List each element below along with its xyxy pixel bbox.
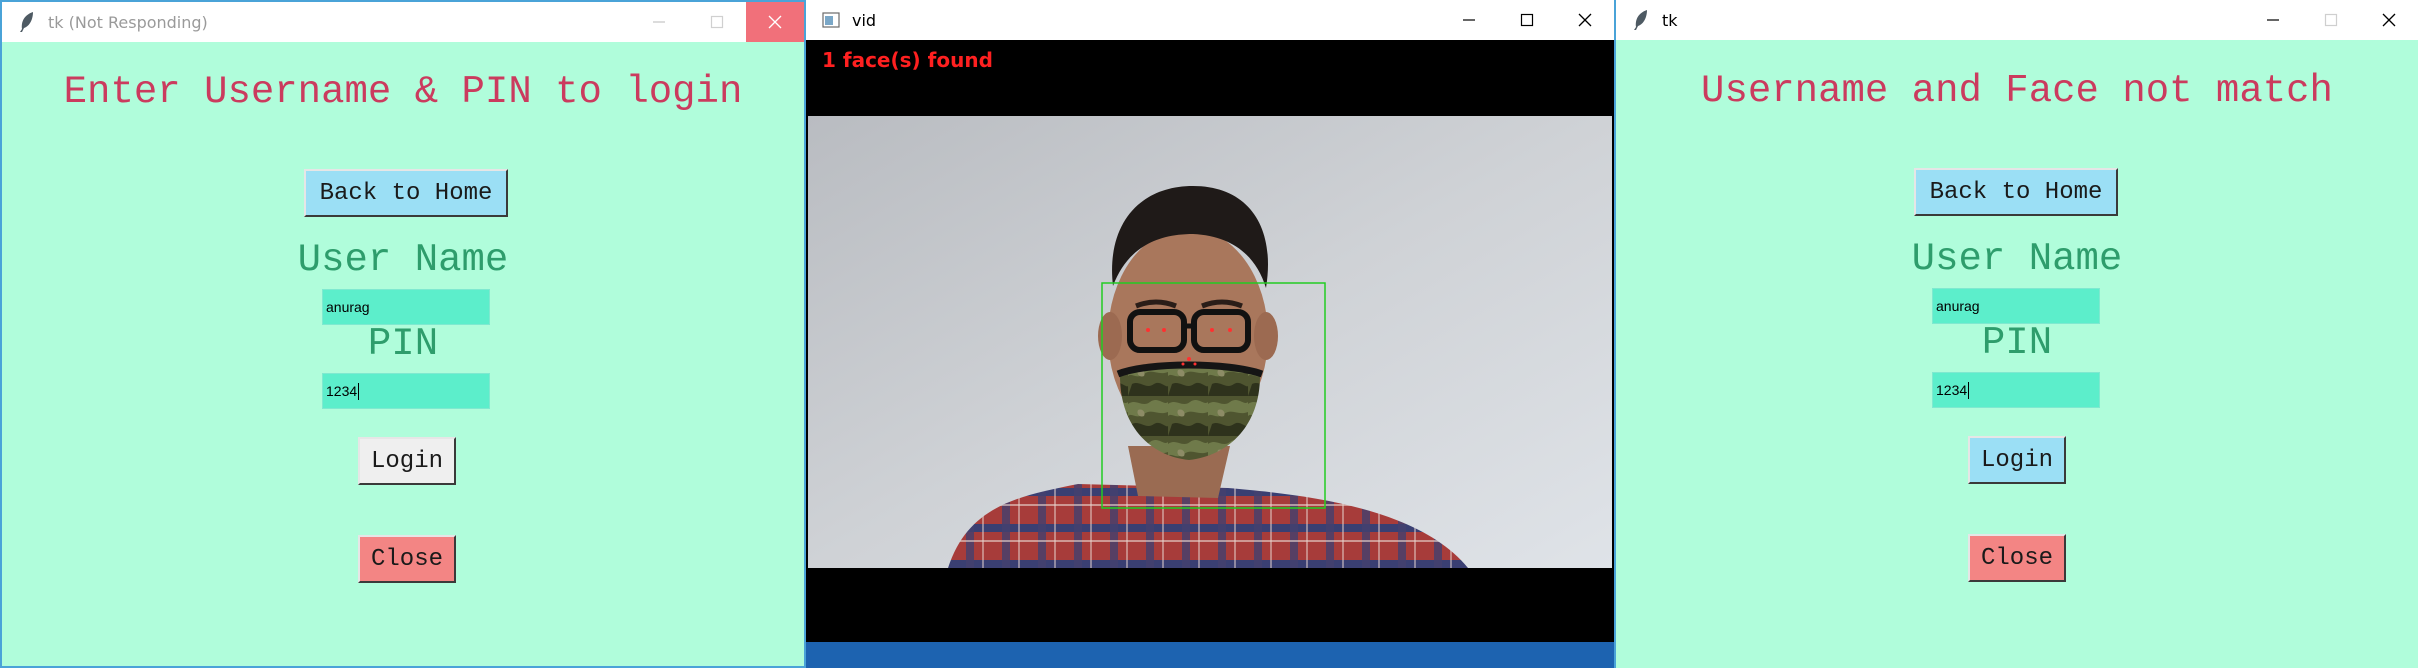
close-window-button[interactable] (2360, 0, 2418, 40)
feather-icon (1628, 7, 1654, 33)
minimize-button[interactable] (630, 2, 688, 42)
close-window-button[interactable] (1556, 0, 1614, 40)
close-icon (768, 15, 782, 29)
close-icon (2382, 13, 2396, 27)
login-window: tk (Not Responding) Enter Username & PIN… (0, 0, 806, 668)
maximize-button[interactable] (1498, 0, 1556, 40)
pin-input[interactable]: 1234 (1932, 372, 2100, 408)
window-icon (818, 7, 844, 33)
pin-value: 1234 (1936, 382, 1968, 398)
pin-input[interactable]: 1234 (322, 373, 490, 409)
pin-value: 1234 (326, 383, 358, 399)
minimize-button[interactable] (1440, 0, 1498, 40)
maximize-button[interactable] (2302, 0, 2360, 40)
pin-label: PIN (1981, 321, 2053, 365)
login-button[interactable]: Login (358, 437, 456, 485)
result-window: tk Username and Face not match Back to H… (1614, 0, 2418, 668)
detection-count-text: 1 face(s) found (822, 48, 993, 72)
close-button[interactable]: Close (358, 535, 456, 583)
login-button[interactable]: Login (1968, 436, 2066, 484)
text-caret (1968, 381, 1970, 399)
minimize-icon (653, 21, 665, 23)
page-title: Username and Face not match (1701, 69, 2333, 113)
page-title: Enter Username & PIN to login (63, 70, 743, 114)
title-bar[interactable]: vid (806, 0, 1614, 40)
maximize-button[interactable] (688, 2, 746, 42)
title-bar[interactable]: tk (Not Responding) (2, 2, 804, 42)
back-to-home-button[interactable]: Back to Home (1914, 168, 2118, 216)
back-to-home-button[interactable]: Back to Home (304, 169, 508, 217)
maximize-icon (710, 15, 724, 29)
feather-icon (14, 9, 40, 35)
username-value: anurag (1936, 298, 1980, 314)
text-caret (358, 382, 360, 400)
window-title: tk (1662, 10, 1678, 30)
video-frame-area: 1 face(s) found (806, 40, 1614, 668)
title-bar[interactable]: tk (1616, 0, 2418, 40)
pin-label: PIN (367, 322, 439, 366)
maximize-icon (1520, 13, 1534, 27)
username-input[interactable]: anurag (322, 289, 490, 325)
close-icon (1578, 13, 1592, 27)
minimize-icon (1463, 19, 1475, 21)
window-title: tk (Not Responding) (48, 12, 208, 32)
close-button[interactable]: Close (1968, 534, 2066, 582)
username-label: User Name (1911, 237, 2123, 281)
minimize-button[interactable] (2244, 0, 2302, 40)
login-form: Enter Username & PIN to login Back to Ho… (2, 42, 804, 666)
username-input[interactable]: anurag (1932, 288, 2100, 324)
taskbar-strip (806, 642, 1614, 668)
window-title: vid (852, 10, 877, 30)
username-value: anurag (326, 299, 370, 315)
maximize-icon (2324, 13, 2338, 27)
username-label: User Name (297, 238, 509, 282)
video-window: vid 1 face(s) found (806, 0, 1614, 668)
minimize-icon (2267, 19, 2279, 21)
close-window-button[interactable] (746, 2, 804, 42)
result-form: Username and Face not match Back to Home… (1616, 40, 2418, 668)
camera-frame (808, 116, 1612, 568)
